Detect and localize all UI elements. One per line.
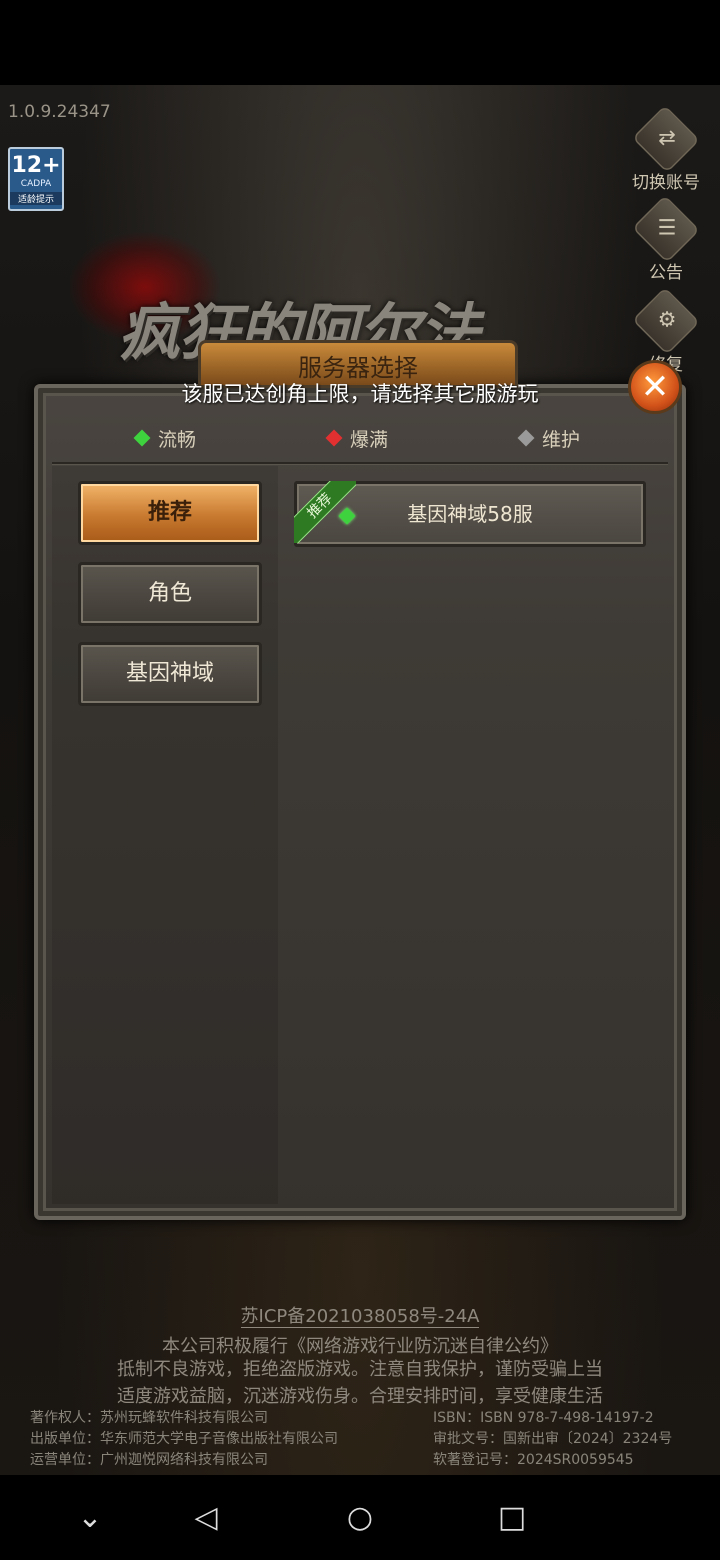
close-icon: ✕ [640, 367, 670, 407]
credits-right: ISBN：ISBN 978-7-498-14197-2 审批文号：国新出审〔20… [433, 1410, 673, 1468]
legend-smooth: 流畅 [133, 425, 196, 452]
nav-recents-button[interactable]: □ [472, 1475, 552, 1560]
close-button[interactable]: ✕ [628, 360, 682, 414]
tab-recommended[interactable]: 推荐 [78, 481, 262, 545]
nav-back-button[interactable]: ◁ [166, 1475, 246, 1560]
age-rating-tip: 适龄提示 [10, 192, 62, 205]
nav-down-button[interactable]: ⌄ [50, 1475, 130, 1560]
legend-full: 爆满 [325, 425, 388, 452]
tab-gene-domain[interactable]: 基因神域 [78, 642, 262, 706]
nav-home-button[interactable]: ○ [320, 1475, 400, 1560]
red-diamond-icon [325, 429, 343, 447]
home-icon: ○ [346, 1500, 374, 1535]
gray-diamond-icon [517, 429, 535, 447]
age-rating-number: 12+ [11, 153, 61, 178]
android-nav-bar: ⌄ ◁ ○ □ [0, 1475, 720, 1560]
server-item[interactable]: 推荐 基因神域58服 [294, 481, 646, 547]
tab-characters[interactable]: 角色 [78, 562, 262, 626]
age-rating-badge: 12+ CADPA 适龄提示 [8, 147, 64, 211]
credits-left: 著作权人：苏州玩蜂软件科技有限公司 出版单位：华东师范大学电子音像出版社有限公司… [30, 1410, 338, 1468]
legend-divider [52, 462, 668, 465]
capacity-warning: 该服已达创角上限，请选择其它服游玩 [181, 382, 539, 406]
switch-account-label: 切换账号 [632, 173, 700, 193]
notice-label: 公告 [649, 263, 683, 283]
back-icon: ◁ [194, 1500, 218, 1535]
legend-maintenance: 维护 [517, 425, 580, 452]
switch-account-icon: ⇄ [632, 105, 700, 173]
version-label: 1.0.9.24347 [8, 102, 111, 122]
chevron-down-icon: ⌄ [77, 1500, 103, 1535]
notice-icon: ☰ [632, 195, 700, 263]
server-name: 基因神域58服 [407, 502, 533, 526]
icp-link[interactable]: 苏ICP备2021038058号-24A [0, 1302, 720, 1328]
anti-addiction-line-1: 抵制不良游戏，拒绝盗版游戏。注意自我保护，谨防受骗上当 [117, 1359, 603, 1380]
switch-account-button[interactable]: ⇄ 切换账号 [626, 105, 706, 193]
notice-button[interactable]: ☰ 公告 [626, 195, 706, 283]
anti-addiction-line-2: 适度游戏益脑，沉迷游戏伤身。合理安排时间，享受健康生活 [117, 1386, 603, 1407]
age-rating-org: CADPA [20, 179, 52, 189]
repair-icon: ⚙ [632, 287, 700, 355]
green-diamond-icon [133, 429, 151, 447]
recents-icon: □ [497, 1500, 527, 1535]
